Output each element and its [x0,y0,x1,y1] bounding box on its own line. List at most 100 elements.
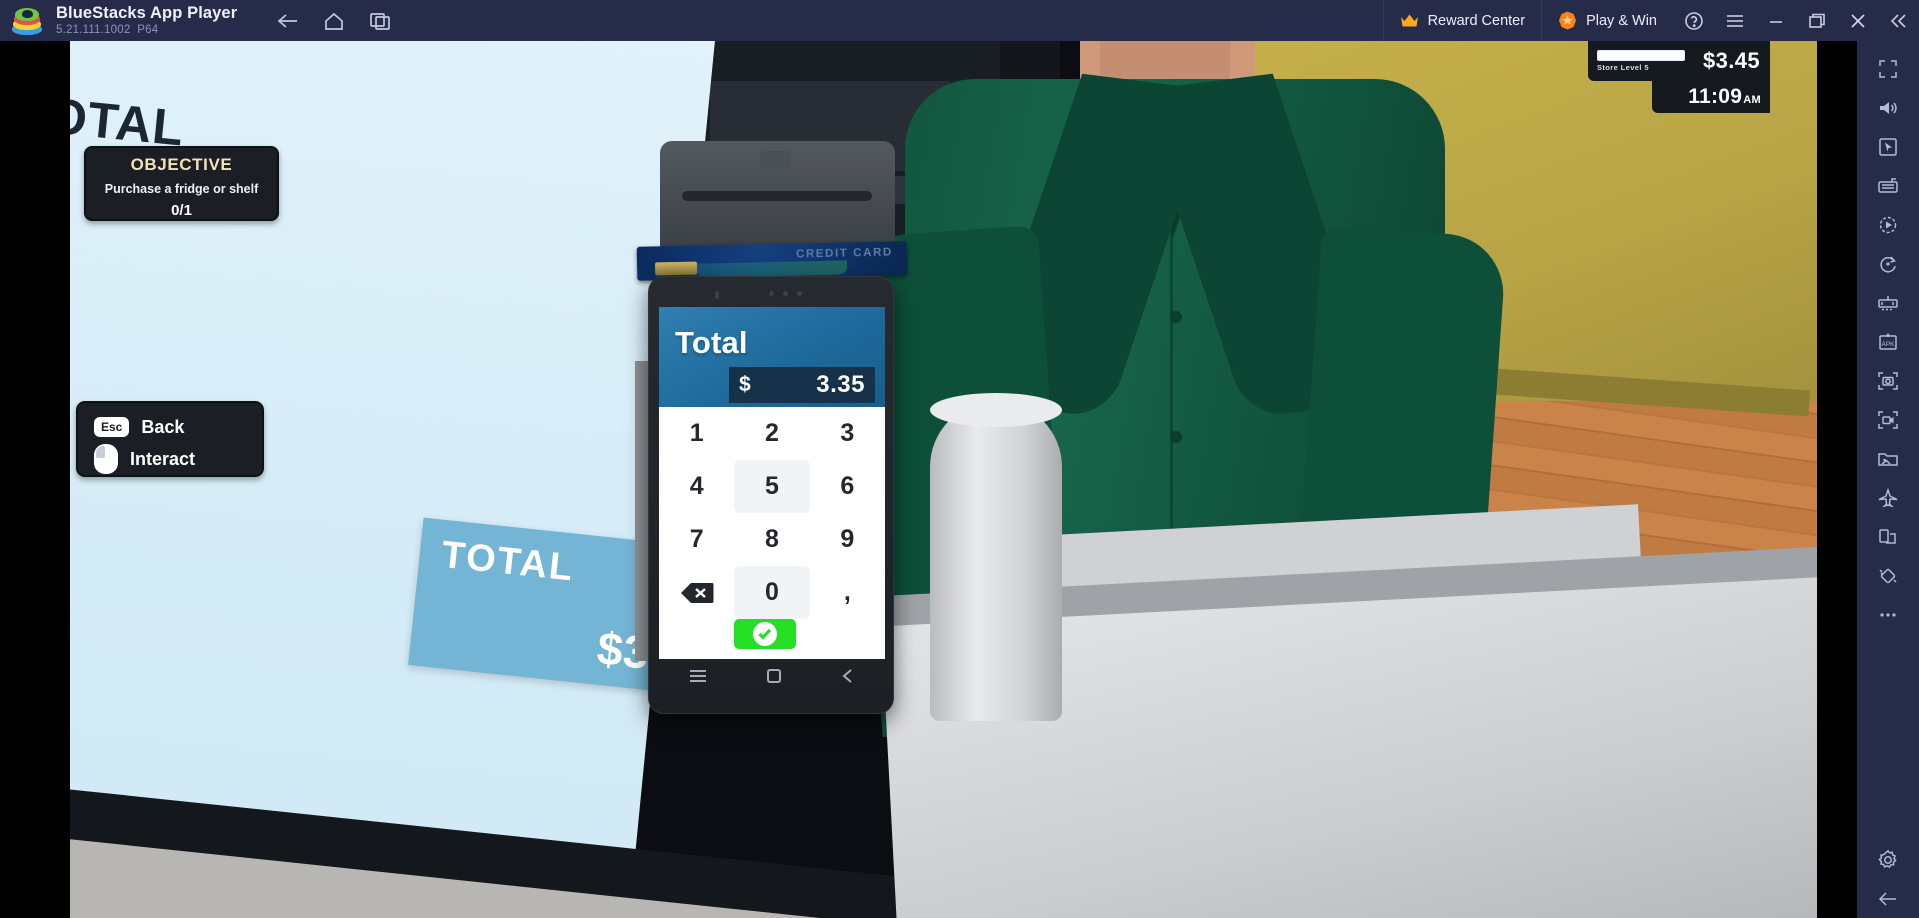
price-sign-label: TOTAL [439,533,577,590]
credit-card[interactable]: CREDIT CARD [636,241,908,281]
sidebar-item-more[interactable] [1857,595,1919,634]
clock-time: 11:09AM [1688,85,1761,109]
key-8[interactable]: 8 [734,513,809,566]
terminal-keypad[interactable]: 1 2 3 4 5 6 7 8 9 0, [659,407,885,659]
clerk-button [1170,431,1182,443]
hint-row-back: Esc Back [94,411,262,443]
key-comma[interactable]: , [810,566,885,619]
key-6[interactable]: 6 [810,460,885,513]
key-8-label: 8 [765,525,779,553]
confirm-button[interactable] [734,619,797,649]
sidebar-item-volume[interactable] [1857,88,1919,127]
multi-instance-button[interactable] [357,0,403,41]
key-5[interactable]: 5 [734,460,810,513]
sidebar-item-pointer-controls[interactable] [1857,127,1919,166]
android-recents-button[interactable] [689,669,707,688]
objective-description: Purchase a fridge or shelf [104,182,259,196]
sidebar-item-gamepad[interactable] [1857,283,1919,322]
key-4[interactable]: 4 [659,460,734,513]
sidebar-item-eco-mode[interactable] [1857,478,1919,517]
store-level-group: Store Level 5 [1597,50,1685,72]
sidebar-item-settings[interactable] [1857,840,1919,879]
key-comma-label: , [843,578,851,606]
sidebar-item-rotate[interactable] [1857,244,1919,283]
android-back-button[interactable] [841,668,855,689]
android-home-button[interactable] [766,668,782,689]
bluestacks-window: OTAL TOTAL $3.35 CREDIT CARD To [0,0,1919,918]
back-button[interactable] [265,0,311,41]
collapse-button[interactable] [1878,0,1919,41]
key-backspace[interactable] [659,566,734,619]
key-5-label: 5 [765,472,779,500]
home-button[interactable] [311,0,357,41]
clock-meridiem: AM [1743,94,1761,106]
android-nav-bar[interactable] [659,661,885,695]
check-circle-icon [753,622,778,646]
terminal-led-dots [769,291,869,296]
money-value: $3.45 [1702,48,1760,73]
sidebar-item-media-manager[interactable] [1857,439,1919,478]
svg-text:APK: APK [1881,341,1895,348]
sidebar-item-screenshot[interactable] [1857,361,1919,400]
menu-button[interactable] [1714,0,1755,41]
key-9[interactable]: 9 [810,513,885,566]
play-and-win-label: Play & Win [1586,12,1657,29]
letterbox-right [1817,41,1857,918]
sidebar-item-shake[interactable] [1857,556,1919,595]
help-button[interactable] [1673,0,1714,41]
clerk-button [1170,311,1182,323]
minimize-button[interactable] [1755,0,1796,41]
key-2[interactable]: 2 [734,407,809,460]
credit-card-art [697,260,848,278]
key-6-label: 6 [840,472,855,500]
sidebar-item-back[interactable] [1857,879,1919,918]
restore-button[interactable] [1796,0,1837,41]
keypad-filler [810,619,885,659]
hint-label-interact: Interact [130,448,196,469]
game-viewport[interactable]: OTAL TOTAL $3.35 CREDIT CARD To [70,41,1818,918]
sidebar-item-screen-record[interactable] [1857,400,1919,439]
terminal-amount-field[interactable]: $ 3.35 [729,367,875,403]
crown-icon [1400,13,1419,28]
printer-indicator [760,151,790,167]
play-and-win-button[interactable]: Play & Win [1541,0,1673,41]
reward-center-button[interactable]: Reward Center [1382,0,1542,41]
sidebar-item-keyboard-controls[interactable] [1857,166,1919,205]
bluestacks-sidebar: APK [1857,41,1919,918]
amount-value: 3.35 [816,371,865,398]
sidebar-item-macro-recorder[interactable] [1857,205,1919,244]
close-button[interactable] [1837,0,1878,41]
key-0[interactable]: 0 [734,566,810,619]
credit-card-label: CREDIT CARD [795,246,893,261]
esc-key-icon: Esc [94,417,130,437]
store-level-label: Store Level 5 [1597,63,1649,72]
key-3[interactable]: 3 [810,407,885,460]
letterbox-left [0,41,70,918]
title-bar: BlueStacks App Player 5.21.111.1002 P64 … [0,0,1919,41]
sidebar-item-install-apk[interactable]: APK [1857,322,1919,361]
key-7[interactable]: 7 [659,513,734,566]
terminal-header: Total $ 3.35 [659,307,885,407]
sidebar-item-fullscreen[interactable] [1857,49,1919,88]
key-1-label: 1 [689,419,704,447]
objective-panel: OBJECTIVE Purchase a fridge or shelf 0/1 [84,146,279,221]
key-9-label: 9 [840,525,855,553]
title-nav-buttons [265,0,403,41]
clock-hours-minutes: 11:09 [1688,85,1743,108]
counter-cylinder [930,401,1062,721]
key-1[interactable]: 1 [659,407,734,460]
title-group: BlueStacks App Player 5.21.111.1002 P64 [56,4,237,37]
key-4-label: 4 [689,472,704,500]
payment-terminal[interactable]: Total $ 3.35 1 2 3 4 5 6 7 8 9 0, [648,276,894,714]
keypad-filler [659,619,734,659]
sidebar-item-multi-instance-manager[interactable] [1857,517,1919,556]
reward-center-label: Reward Center [1427,12,1526,29]
backspace-icon [680,582,714,604]
key-0-label: 0 [765,578,779,606]
version-arch: P64 [137,24,159,36]
hud-time-panel: 11:09AM [1652,81,1770,113]
currency-symbol: $ [739,373,751,396]
terminal-screen[interactable]: Total $ 3.35 1 2 3 4 5 6 7 8 9 0, [659,307,885,659]
terminal-speaker [715,291,719,299]
controls-hint-panel: Esc Back Interact [76,401,264,477]
